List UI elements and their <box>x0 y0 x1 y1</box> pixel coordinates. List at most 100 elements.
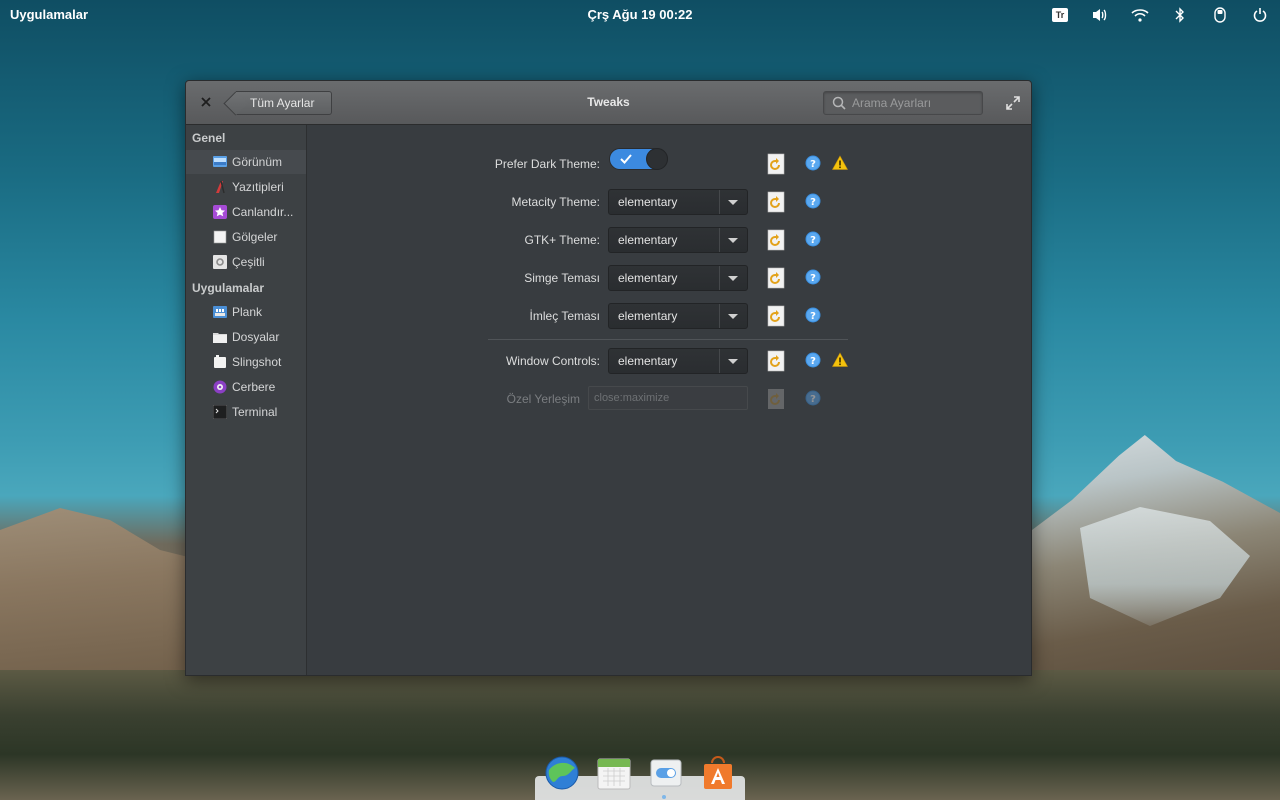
reset-button[interactable] <box>766 191 786 213</box>
maximize-icon[interactable] <box>1005 95 1021 111</box>
reset-button[interactable] <box>766 305 786 327</box>
sidebar-item-label: Cerbere <box>232 380 276 394</box>
terminal-icon <box>213 405 227 419</box>
search-input[interactable] <box>852 94 977 112</box>
switchboard-icon[interactable] <box>647 754 685 792</box>
help-button[interactable]: ? <box>805 269 821 285</box>
gtk-theme-dropdown[interactable]: elementary <box>608 227 748 253</box>
metacity-theme-dropdown[interactable]: elementary <box>608 189 748 215</box>
warning-icon <box>831 352 849 368</box>
top-panel: Uygulamalar Çrş Ağu 19 00:22 Tr <box>0 0 1280 30</box>
appcenter-icon[interactable] <box>699 754 737 792</box>
dropdown-separator <box>719 190 720 214</box>
calendar-icon[interactable] <box>595 754 633 792</box>
custom-layout-label: Özel Yerleşim <box>506 392 580 406</box>
chevron-down-icon <box>728 276 738 281</box>
revert-icon <box>767 267 785 289</box>
dropdown-separator <box>719 228 720 252</box>
help-icon: ? <box>805 269 821 285</box>
reset-button[interactable] <box>766 153 786 175</box>
help-button[interactable]: ? <box>805 352 821 368</box>
help-icon: ? <box>805 231 821 247</box>
mouse-icon[interactable] <box>1210 6 1230 24</box>
cursor-theme-dropdown[interactable]: elementary <box>608 303 748 329</box>
help-button[interactable]: ? <box>805 231 821 247</box>
sidebar-item-cesitli[interactable]: Çeşitli <box>186 250 306 274</box>
titlebar: Tüm Ayarlar Tweaks <box>186 81 1031 125</box>
shadows-icon <box>213 230 227 244</box>
close-icon <box>201 97 211 107</box>
sidebar-item-slingshot[interactable]: Slingshot <box>186 350 306 374</box>
sidebar-item-label: Dosyalar <box>232 330 280 344</box>
prefer-dark-theme-switch[interactable] <box>609 148 668 170</box>
dropdown-value: elementary <box>618 233 678 247</box>
reset-button[interactable] <box>766 229 786 251</box>
help-button[interactable]: ? <box>805 307 821 323</box>
switch-knob <box>646 148 668 170</box>
sidebar-item-plank[interactable]: Plank <box>186 300 306 324</box>
svg-text:?: ? <box>810 197 816 208</box>
dropdown-value: elementary <box>618 354 678 368</box>
help-icon: ? <box>805 390 821 406</box>
sidebar-item-label: Terminal <box>232 405 278 419</box>
help-button[interactable]: ? <box>805 155 821 171</box>
revert-icon <box>768 389 784 409</box>
sidebar-item-golgeler[interactable]: Gölgeler <box>186 225 306 249</box>
icon-theme-dropdown[interactable]: elementary <box>608 265 748 291</box>
cerbere-icon <box>213 380 227 394</box>
sidebar-item-canlandirmalar[interactable]: Canlandır... <box>186 200 306 224</box>
sidebar-item-label: Plank <box>232 305 263 319</box>
sidebar: Genel Görünüm Yazıtipleri Canlandır... G… <box>186 125 307 675</box>
keyboard-layout-indicator[interactable]: Tr <box>1050 6 1070 24</box>
sidebar-item-label: Slingshot <box>232 355 282 369</box>
dropdown-separator <box>719 304 720 328</box>
power-icon[interactable] <box>1250 6 1270 24</box>
section-separator <box>488 339 848 340</box>
help-icon: ? <box>805 307 821 323</box>
row-cursor-theme: İmleç Teması elementary ? <box>308 303 1031 329</box>
window-controls-label: Window Controls: <box>505 354 600 368</box>
dropdown-value: elementary <box>618 309 678 323</box>
sidebar-item-gorunum[interactable]: Görünüm <box>186 150 306 174</box>
sidebar-header-uygulamalar: Uygulamalar <box>192 281 265 295</box>
sidebar-item-label: Yazıtipleri <box>232 180 284 194</box>
files-icon <box>213 333 227 343</box>
help-button[interactable]: ? <box>805 193 821 209</box>
sidebar-item-label: Çeşitli <box>232 255 265 269</box>
revert-icon <box>767 305 785 327</box>
dropdown-value: elementary <box>618 271 678 285</box>
custom-layout-value: close:maximize <box>594 392 670 404</box>
svg-text:?: ? <box>810 235 816 246</box>
metacity-theme-label: Metacity Theme: <box>511 195 600 209</box>
svg-text:?: ? <box>810 311 816 322</box>
search-box[interactable] <box>823 91 983 115</box>
reset-button[interactable] <box>766 350 786 372</box>
gtk-theme-label: GTK+ Theme: <box>524 233 600 247</box>
volume-icon[interactable] <box>1090 6 1110 24</box>
sidebar-item-terminal[interactable]: Terminal <box>186 400 306 424</box>
revert-icon <box>767 350 785 372</box>
reset-button <box>766 388 786 410</box>
revert-icon <box>767 191 785 213</box>
browser-icon[interactable] <box>543 754 581 792</box>
wifi-icon[interactable] <box>1130 6 1150 24</box>
applications-menu[interactable]: Uygulamalar <box>10 7 88 22</box>
icon-theme-label: Simge Teması <box>524 271 600 285</box>
sidebar-item-dosyalar[interactable]: Dosyalar <box>186 325 306 349</box>
tweaks-window: Tüm Ayarlar Tweaks Genel Görünüm Yazıtip… <box>185 80 1032 676</box>
row-metacity-theme: Metacity Theme: elementary ? <box>308 189 1031 215</box>
window-controls-dropdown[interactable]: elementary <box>608 348 748 374</box>
help-icon: ? <box>805 352 821 368</box>
prefer-dark-theme-label: Prefer Dark Theme: <box>494 157 600 171</box>
back-button[interactable]: Tüm Ayarlar <box>236 91 332 115</box>
close-button[interactable] <box>198 94 214 110</box>
bluetooth-icon[interactable] <box>1170 6 1190 24</box>
help-button: ? <box>805 390 821 406</box>
sidebar-item-yazitipleri[interactable]: Yazıtipleri <box>186 175 306 199</box>
clock[interactable]: Çrş Ağu 19 00:22 <box>587 7 692 22</box>
svg-text:?: ? <box>810 273 816 284</box>
reset-button[interactable] <box>766 267 786 289</box>
row-custom-layout: Özel Yerleşim close:maximize ? <box>308 386 1031 412</box>
sidebar-header-genel: Genel <box>192 131 226 145</box>
sidebar-item-cerbere[interactable]: Cerbere <box>186 375 306 399</box>
